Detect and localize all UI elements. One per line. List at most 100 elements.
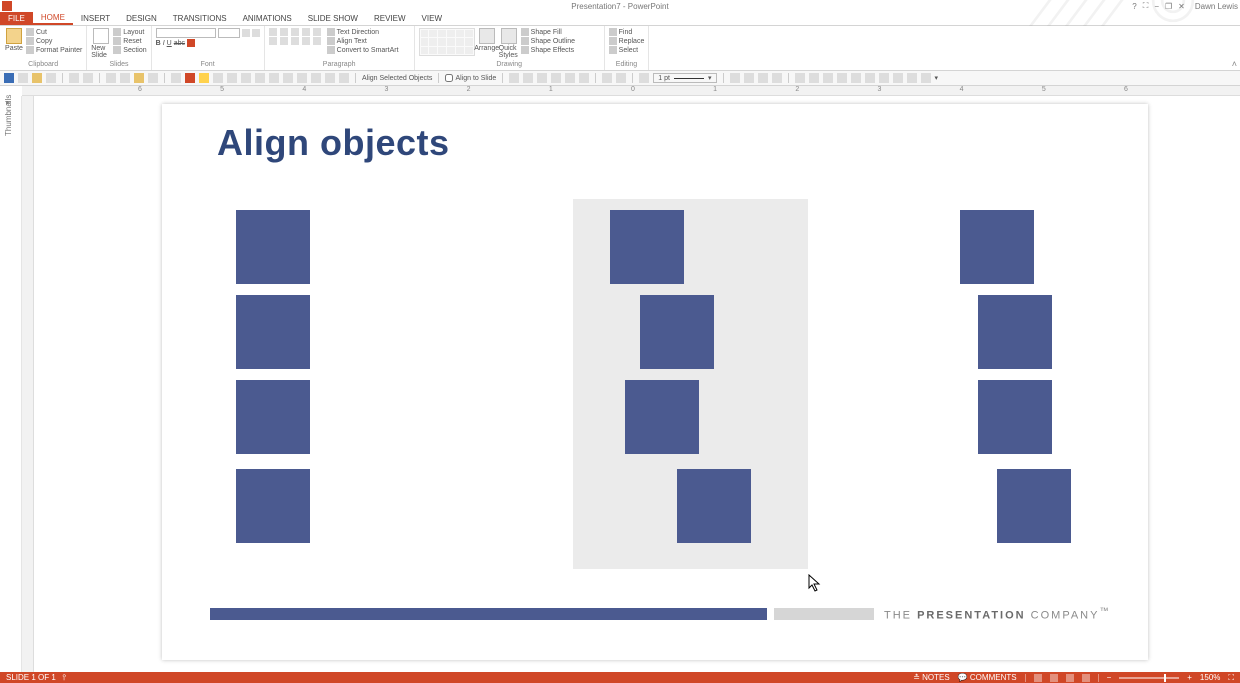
tab-review[interactable]: REVIEW <box>366 12 414 25</box>
shape-left-3[interactable] <box>236 380 310 454</box>
shape-mid-3[interactable] <box>625 380 699 454</box>
replace-button[interactable]: Replace <box>609 37 645 45</box>
font-color-icon[interactable] <box>187 39 195 47</box>
italic-button[interactable]: I <box>163 40 165 47</box>
zoom-level[interactable]: 150% <box>1200 673 1220 682</box>
tab-design[interactable]: DESIGN <box>118 12 165 25</box>
columns-icon[interactable] <box>313 37 321 45</box>
shape-right-4[interactable] <box>997 469 1071 543</box>
shape-left-2[interactable] <box>236 295 310 369</box>
slide[interactable]: Align objects THE PRESENTATION COMPANY™ <box>162 104 1148 660</box>
qat-fill-color-icon[interactable] <box>199 73 209 83</box>
line-weight-selector[interactable]: 1 pt ▾ <box>653 73 716 83</box>
font-name-input[interactable] <box>156 28 216 38</box>
tab-slideshow[interactable]: SLIDE SHOW <box>300 12 366 25</box>
minimize-icon[interactable]: − <box>1154 2 1159 11</box>
qat-bullets-icon[interactable] <box>106 73 116 83</box>
qat-ruler-icon[interactable] <box>283 73 293 83</box>
align-to-slide-input[interactable] <box>445 74 453 82</box>
collapse-ribbon-icon[interactable]: ˄ <box>1232 59 1237 69</box>
shapes-gallery[interactable] <box>419 28 475 56</box>
qat-more5-icon[interactable] <box>865 73 875 83</box>
shape-mid-2[interactable] <box>640 295 714 369</box>
tab-insert[interactable]: INSERT <box>73 12 118 25</box>
slide-sorter-view-icon[interactable] <box>1050 674 1058 682</box>
select-button[interactable]: Select <box>609 46 645 54</box>
new-slide-button[interactable]: New Slide <box>91 28 111 60</box>
paste-button[interactable]: Paste <box>4 28 24 60</box>
qat-send-backward-icon[interactable] <box>339 73 349 83</box>
slide-counter[interactable]: SLIDE 1 OF 1 <box>6 673 56 682</box>
increase-indent-icon[interactable] <box>302 28 310 36</box>
line-spacing-icon[interactable] <box>313 28 321 36</box>
arrange-button[interactable]: Arrange <box>477 28 497 60</box>
tab-view[interactable]: VIEW <box>414 12 450 25</box>
qat-align-bottom-icon[interactable] <box>579 73 589 83</box>
shrink-font-icon[interactable] <box>252 29 260 37</box>
shape-fill-button[interactable]: Shape Fill <box>521 28 575 36</box>
quick-styles-button[interactable]: Quick Styles <box>499 28 519 60</box>
restore-icon[interactable]: ❐ <box>1165 2 1172 11</box>
tab-file[interactable]: FILE <box>0 12 33 25</box>
shape-left-4[interactable] <box>236 469 310 543</box>
spellcheck-icon[interactable]: ⫯ <box>62 673 65 682</box>
shape-right-3[interactable] <box>978 380 1052 454</box>
qat-more7-icon[interactable] <box>893 73 903 83</box>
bold-button[interactable]: B <box>156 40 161 47</box>
slide-canvas-area[interactable]: Align objects THE PRESENTATION COMPANY™ <box>22 96 1240 672</box>
notes-button[interactable]: ≛ NOTES <box>913 673 950 682</box>
text-direction-button[interactable]: Text Direction <box>327 28 399 36</box>
underline-button[interactable]: U <box>167 40 172 47</box>
qat-more8-icon[interactable] <box>907 73 917 83</box>
qat-align-top-icon[interactable] <box>551 73 561 83</box>
align-to-slide-checkbox[interactable]: Align to Slide <box>445 74 496 82</box>
qat-chart-icon[interactable] <box>241 73 251 83</box>
shape-outline-button[interactable]: Shape Outline <box>521 37 575 45</box>
align-selected-objects-button[interactable]: Align Selected Objects <box>362 75 432 82</box>
qat-line-icon[interactable] <box>213 73 223 83</box>
grow-font-icon[interactable] <box>242 29 250 37</box>
fit-to-window-icon[interactable]: ⛶ <box>1228 673 1234 683</box>
qat-eyedropper-icon[interactable] <box>639 73 649 83</box>
zoom-out-button[interactable]: − <box>1107 673 1112 682</box>
qat-picture-icon[interactable] <box>227 73 237 83</box>
cut-button[interactable]: Cut <box>26 28 82 36</box>
shape-right-1[interactable] <box>960 210 1034 284</box>
qat-open-icon[interactable] <box>32 73 42 83</box>
shape-mid-4[interactable] <box>677 469 751 543</box>
user-name[interactable]: Dawn Lewis <box>1195 2 1238 11</box>
qat-flip-h-icon[interactable] <box>758 73 768 83</box>
qat-more2-icon[interactable] <box>823 73 833 83</box>
qat-guides-icon[interactable] <box>269 73 279 83</box>
find-button[interactable]: Find <box>609 28 645 36</box>
zoom-slider[interactable] <box>1119 677 1179 679</box>
qat-more3-icon[interactable] <box>837 73 847 83</box>
qat-align-middle-icon[interactable] <box>565 73 575 83</box>
qat-crop-icon[interactable] <box>795 73 805 83</box>
strike-button[interactable]: abc <box>174 40 185 47</box>
qat-paste-icon[interactable] <box>134 73 144 83</box>
qat-print-icon[interactable] <box>46 73 56 83</box>
bullets-icon[interactable] <box>269 28 277 36</box>
qat-redo-icon[interactable] <box>83 73 93 83</box>
qat-flip-v-icon[interactable] <box>772 73 782 83</box>
qat-align-right-icon[interactable] <box>537 73 547 83</box>
decrease-indent-icon[interactable] <box>291 28 299 36</box>
qat-new-icon[interactable] <box>18 73 28 83</box>
comments-button[interactable]: 💬 COMMENTS <box>958 673 1017 682</box>
qat-more6-icon[interactable] <box>879 73 889 83</box>
qat-distribute-h-icon[interactable] <box>602 73 612 83</box>
align-left-icon[interactable] <box>269 37 277 45</box>
reading-view-icon[interactable] <box>1066 674 1074 682</box>
shape-right-2[interactable] <box>978 295 1052 369</box>
shape-effects-button[interactable]: Shape Effects <box>521 46 575 54</box>
copy-button[interactable]: Copy <box>26 37 82 45</box>
qat-group-icon[interactable] <box>297 73 307 83</box>
qat-align-left-icon[interactable] <box>509 73 519 83</box>
layout-button[interactable]: Layout <box>113 28 146 36</box>
slideshow-view-icon[interactable] <box>1082 674 1090 682</box>
convert-smartart-button[interactable]: Convert to SmartArt <box>327 46 399 54</box>
align-text-button[interactable]: Align Text <box>327 37 399 45</box>
tab-home[interactable]: HOME <box>33 12 73 25</box>
qat-font-color-icon[interactable] <box>185 73 195 83</box>
